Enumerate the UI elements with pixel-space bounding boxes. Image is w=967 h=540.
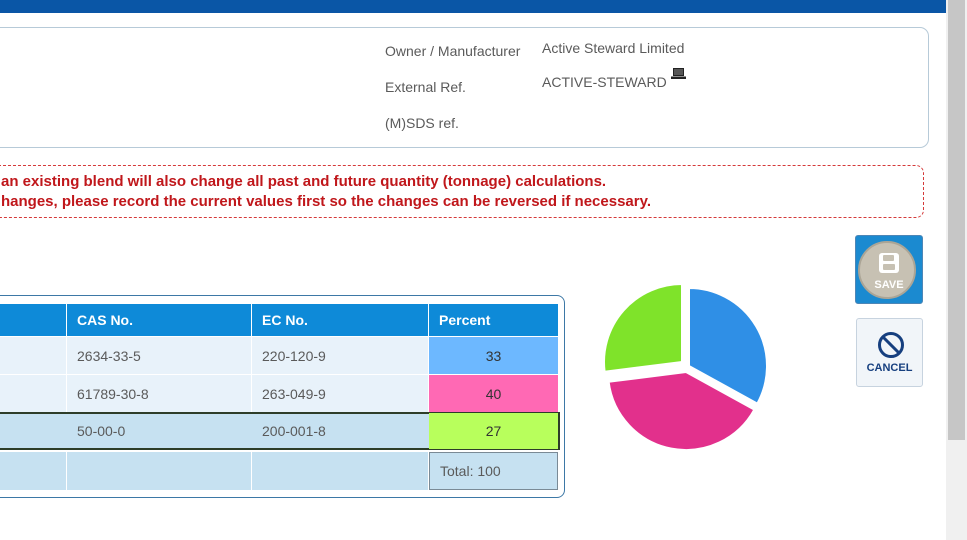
pie-slice-3[interactable]: [603, 282, 683, 373]
top-bar: [0, 0, 946, 13]
laptop-icon[interactable]: [671, 68, 686, 79]
no-entry-icon: [878, 332, 904, 358]
ec-cell: 200-001-8: [262, 423, 326, 439]
cancel-label: CANCEL: [866, 362, 913, 374]
cancel-button[interactable]: CANCEL: [856, 318, 923, 387]
owner-value: Active Steward Limited: [542, 40, 685, 56]
ec-cell: 220-120-9: [252, 337, 428, 374]
total-cell-blank: [252, 452, 428, 490]
save-label: SAVE: [874, 279, 904, 291]
info-panel: Owner / Manufacturer Active Steward Limi…: [0, 27, 929, 148]
total-cell-blank: [67, 452, 251, 490]
cas-cell: 2634-33-5: [67, 337, 251, 374]
owner-label: Owner / Manufacturer: [385, 43, 521, 59]
percent-cell[interactable]: 27: [429, 413, 558, 449]
msds-ref-label: (M)SDS ref.: [385, 115, 459, 131]
warning-line-1: an existing blend will also change all p…: [1, 173, 607, 190]
total-percent: Total: 100: [429, 452, 558, 490]
save-button[interactable]: SAVE: [855, 235, 923, 304]
ec-cell: 263-049-9: [252, 375, 428, 412]
table-row[interactable]: [0, 337, 66, 374]
table-header-blank: [0, 304, 66, 336]
percent-cell[interactable]: 33: [429, 337, 558, 374]
external-ref-label: External Ref.: [385, 79, 466, 95]
floppy-disk-icon: [879, 253, 899, 273]
cas-cell: 61789-30-8: [67, 375, 251, 412]
scrollbar-thumb[interactable]: [948, 0, 965, 440]
percent-cell[interactable]: 40: [429, 375, 558, 412]
composition-table: CAS No. EC No. Percent 2634-33-5 220-120…: [0, 295, 565, 498]
total-row: [0, 452, 66, 490]
table-header-percent[interactable]: Percent: [429, 304, 558, 336]
table-header-cas[interactable]: CAS No.: [67, 304, 251, 336]
warning-box: an existing blend will also change all p…: [0, 165, 924, 218]
cas-cell: 50-00-0: [77, 423, 126, 439]
table-header-ec[interactable]: EC No.: [252, 304, 428, 336]
warning-line-2: hanges, please record the current values…: [1, 193, 652, 210]
external-ref-value: ACTIVE-STEWARD: [542, 74, 667, 90]
table-row[interactable]: [0, 375, 66, 412]
composition-pie-chart: [603, 282, 768, 451]
